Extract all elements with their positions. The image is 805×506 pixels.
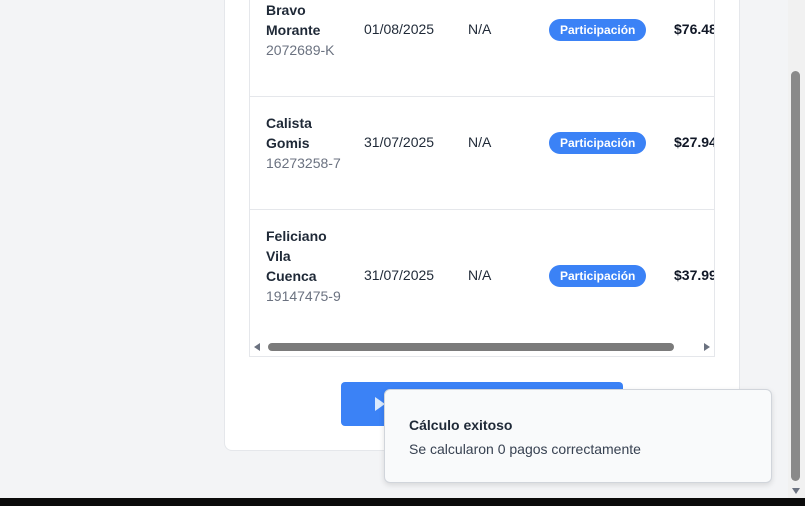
date-cell: 01/08/2025	[364, 21, 435, 37]
success-toast: Cálculo exitoso Se calcularon 0 pagos co…	[384, 389, 772, 483]
na-cell: N/A	[468, 267, 492, 283]
date-cell: 31/07/2025	[364, 134, 435, 150]
beneficiary-cell: Calista Gomis 16273258-7	[266, 113, 344, 173]
beneficiary-name: Feliciano Vila Cuenca	[266, 228, 327, 284]
na-cell: N/A	[468, 134, 492, 150]
vertical-scrollbar[interactable]	[788, 0, 805, 498]
amount-cell: $76.48	[674, 21, 715, 37]
scroll-left-icon[interactable]	[254, 343, 260, 351]
beneficiary-name: Bravo Morante	[266, 2, 321, 38]
horizontal-scrollbar[interactable]	[250, 339, 714, 355]
type-badge: Participación	[549, 19, 647, 41]
date-cell: 31/07/2025	[364, 267, 435, 283]
toast-title: Cálculo exitoso	[409, 417, 513, 433]
type-badge: Participación	[549, 132, 647, 154]
beneficiary-rut: 16273258-7	[266, 155, 341, 171]
beneficiary-name: Calista Gomis	[266, 115, 312, 151]
amount-cell: $37.99	[674, 267, 715, 283]
beneficiary-cell: Feliciano Vila Cuenca 19147475-9	[266, 226, 344, 306]
toast-message: Se calcularon 0 pagos correctamente	[409, 441, 641, 457]
table-row: Bravo Morante 2072689-K 01/08/2025 N/A P…	[250, 0, 714, 97]
vertical-scroll-thumb[interactable]	[791, 71, 800, 481]
taskbar-strip	[0, 498, 805, 506]
table-row: Feliciano Vila Cuenca 19147475-9 31/07/2…	[250, 210, 714, 340]
payments-table: Bravo Morante 2072689-K 01/08/2025 N/A P…	[249, 0, 715, 357]
beneficiary-rut: 19147475-9	[266, 288, 341, 304]
horizontal-scroll-thumb[interactable]	[268, 343, 674, 351]
amount-cell: $27.94	[674, 134, 715, 150]
na-cell: N/A	[468, 21, 492, 37]
type-badge: Participación	[549, 265, 647, 287]
scroll-right-icon[interactable]	[704, 343, 710, 351]
beneficiary-rut: 2072689-K	[266, 42, 335, 58]
scroll-down-icon[interactable]	[792, 488, 800, 494]
table-row: Calista Gomis 16273258-7 31/07/2025 N/A …	[250, 97, 714, 210]
beneficiary-cell: Bravo Morante 2072689-K	[266, 0, 344, 60]
